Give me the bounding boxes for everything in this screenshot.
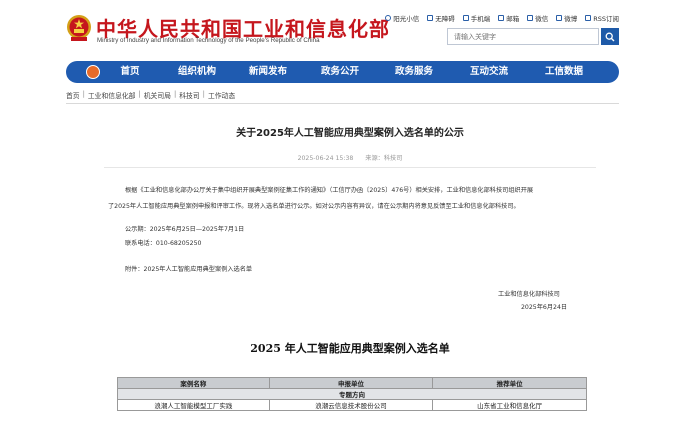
cell-recommender: 山东省工业和信息化厅 xyxy=(432,399,587,411)
mail-icon xyxy=(498,15,505,21)
divider xyxy=(66,103,619,104)
nav-item-organization[interactable]: 组织机构 xyxy=(172,61,222,83)
column-header: 案例名称 xyxy=(117,377,270,389)
main-nav: 首页 组织机构 新闻发布 政务公开 政务服务 互动交流 工信数据 xyxy=(66,61,619,83)
article-title: 关于2025年人工智能应用典型案例入选名单的公示 xyxy=(236,128,464,139)
divider xyxy=(104,167,596,168)
mobile-icon xyxy=(462,15,469,21)
breadcrumb-departments[interactable]: 机关司局 xyxy=(144,90,171,100)
top-link-rss[interactable]: RSS订阅 xyxy=(585,13,619,23)
article-paragraph: 了2025年人工智能应用典型案例申报和评审工作。现将入选名单进行公示。如对公示内… xyxy=(108,203,520,210)
breadcrumb-ministry[interactable]: 工业和信息化部 xyxy=(88,90,136,100)
wechat-icon xyxy=(527,15,534,21)
nav-item-services[interactable]: 政务服务 xyxy=(388,61,440,83)
site-subtitle: Ministry of Industry and Information Tec… xyxy=(97,37,320,44)
top-link-mobile[interactable]: 手机端 xyxy=(462,13,490,23)
cell-case-name: 浪潮人工智能模型工厂实践 xyxy=(117,399,270,411)
column-header: 推荐单位 xyxy=(432,377,587,389)
attachment-link[interactable]: 附件：2025年人工智能应用典型案例入选名单 xyxy=(125,263,252,276)
search-input[interactable] xyxy=(447,28,599,45)
top-link-wechat[interactable]: 微信 xyxy=(527,13,548,23)
column-header: 申报单位 xyxy=(268,377,434,389)
article-paragraph: 根据《工业和信息化部办公厅关于集中组织开展典型案例征集工作的通知》（工信厅办函〔… xyxy=(125,187,534,194)
search-bar xyxy=(447,28,619,45)
signature-date: 2025年6月24日 xyxy=(521,304,568,311)
sun-icon xyxy=(385,15,392,21)
weibo-icon xyxy=(556,15,563,21)
cell-applicant: 浪潮云信息技术股份公司 xyxy=(268,399,434,411)
case-list-table: 案例名称 申报单位 推荐单位 专题方向 浪潮人工智能模型工厂实践 浪潮云信息技术… xyxy=(117,377,587,411)
article-date: 2025-06-24 15:38 xyxy=(297,155,354,162)
breadcrumb-work-news[interactable]: 工作动态 xyxy=(208,90,235,100)
nav-item-interaction[interactable]: 互动交流 xyxy=(463,61,515,83)
top-link-sunshine[interactable]: 阳光小信 xyxy=(385,13,419,23)
nav-item-public-affairs[interactable]: 政务公开 xyxy=(314,61,366,83)
rss-icon xyxy=(585,15,592,21)
article-source: 来源：科技司 xyxy=(365,155,403,162)
contact-phone: 联系电话：010-68205250 xyxy=(125,240,202,247)
top-link-accessibility[interactable]: 无障碍 xyxy=(427,13,455,23)
signature: 工业和信息化部科技司 xyxy=(498,291,560,298)
section-row: 专题方向 xyxy=(117,388,587,400)
national-emblem-icon[interactable] xyxy=(66,14,92,42)
table-row: 浪潮人工智能模型工厂实践 浪潮云信息技术股份公司 山东省工业和信息化厅 xyxy=(117,399,587,411)
search-icon xyxy=(605,32,615,41)
publicity-period: 公示期：2025年6月25日—2025年7月1日 xyxy=(125,226,245,233)
table-header-row: 案例名称 申报单位 推荐单位 xyxy=(117,377,587,389)
site-header: 中华人民共和国工业和信息化部 Ministry of Industry and … xyxy=(0,0,700,58)
nav-item-news[interactable]: 新闻发布 xyxy=(243,61,293,83)
top-links: 阳光小信 无障碍 手机端 邮箱 微信 微博 RSS订阅 xyxy=(385,13,619,23)
breadcrumb-home[interactable]: 首页 xyxy=(66,90,80,100)
article-meta: 2025-06-24 15:38 来源：科技司 xyxy=(0,153,700,162)
search-button[interactable] xyxy=(601,28,619,45)
section-label: 专题方向 xyxy=(117,388,587,400)
nav-item-data[interactable]: 工信数据 xyxy=(538,61,590,83)
top-link-weibo[interactable]: 微博 xyxy=(556,13,577,23)
breadcrumb-tech-dept[interactable]: 科技司 xyxy=(179,90,199,100)
nav-item-home[interactable]: 首页 xyxy=(110,61,150,83)
breadcrumb: 首页 | 工业和信息化部 | 机关司局 | 科技司 | 工作动态 xyxy=(66,90,236,100)
accessibility-icon xyxy=(427,15,434,21)
list-title: 2025 年人工智能应用典型案例入选名单 xyxy=(250,342,450,355)
top-link-mail[interactable]: 邮箱 xyxy=(498,13,519,23)
